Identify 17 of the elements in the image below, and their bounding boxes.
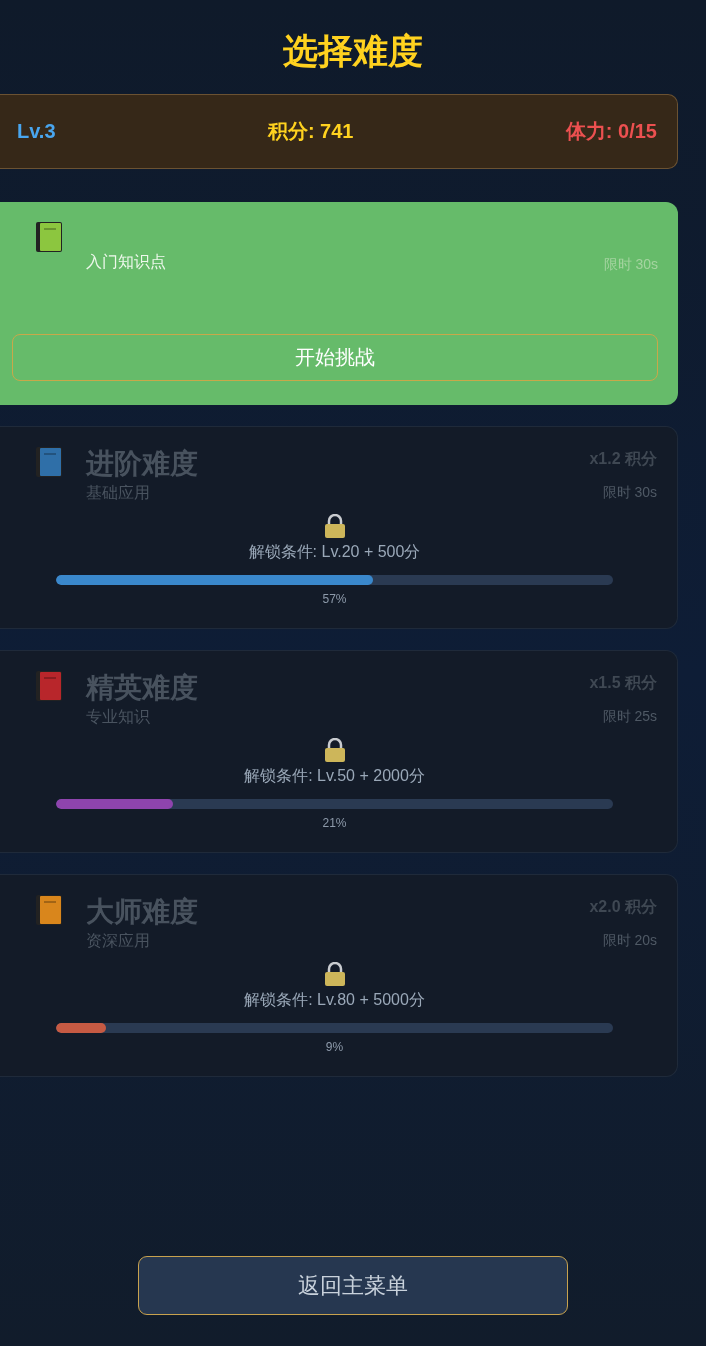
padlock-icon: [323, 738, 346, 762]
back-button[interactable]: 返回主菜单: [138, 1256, 568, 1315]
difficulty-subtitle: 入门知识点: [86, 252, 167, 272]
padlock-icon: [323, 514, 346, 538]
level-label: Lv.3: [17, 120, 56, 143]
progress-percent: 21%: [321, 816, 348, 830]
progress-percent: 9%: [324, 1040, 345, 1054]
score-label: 积分: 741: [267, 119, 354, 144]
progress-percent: 57%: [321, 592, 348, 606]
page-title: 选择难度: [283, 30, 423, 72]
unlock-condition: 解锁条件: Lv.20 + 500分: [248, 542, 421, 562]
time-limit: 限时 30s: [603, 256, 658, 274]
padlock-icon: [323, 962, 346, 986]
difficulty-subtitle: 资深应用: [86, 931, 151, 951]
stamina-label: 体力: 0/15: [565, 119, 657, 144]
unlock-condition: 解锁条件: Lv.50 + 2000分: [244, 766, 425, 786]
unlock-condition: 解锁条件: Lv.80 + 5000分: [244, 990, 425, 1010]
